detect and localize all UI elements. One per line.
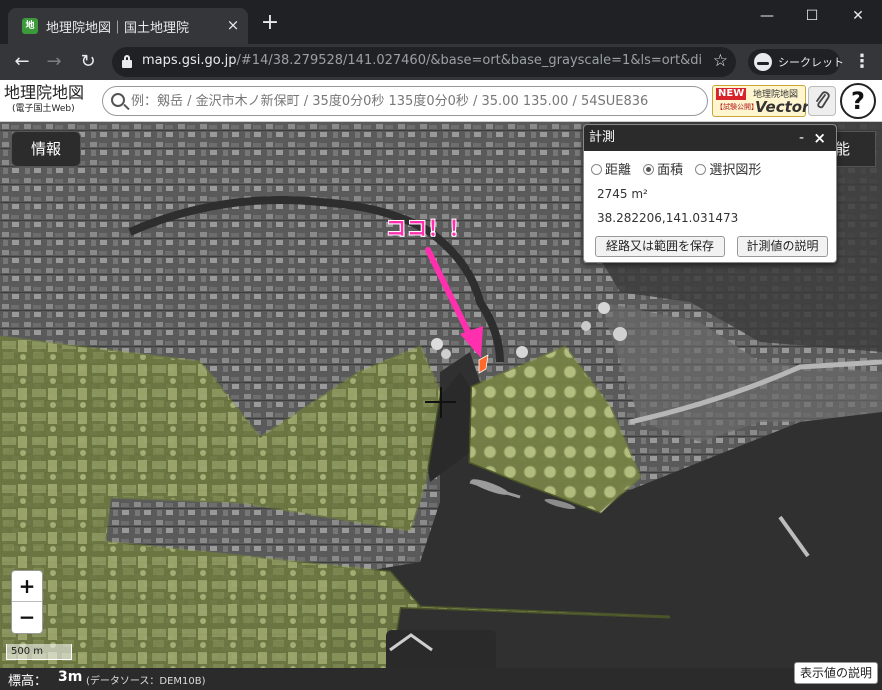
- elevation-source: (データソース：DEM10B): [86, 676, 206, 687]
- incognito-label: シークレット: [778, 56, 844, 69]
- paperclip-icon[interactable]: [808, 86, 836, 116]
- radio-selected-shape[interactable]: [695, 164, 707, 175]
- browser-titlebar: 地 地理院地図｜国土地理院 × + — ☐ ✕: [0, 0, 882, 44]
- trial-label: 【試験公開】: [716, 103, 758, 111]
- measure-close-button[interactable]: ×: [813, 125, 826, 151]
- expand-panel-button[interactable]: [386, 630, 496, 668]
- vector-map-button[interactable]: NEW 【試験公開】 地理院地図 Vector: [712, 85, 810, 117]
- place-search-box: [102, 86, 708, 116]
- forward-button[interactable]: →: [40, 48, 68, 76]
- logo-title: 地理院地図: [4, 83, 85, 102]
- search-icon[interactable]: [111, 93, 125, 107]
- measure-mode-options: 距離 面積 選択図形: [591, 159, 769, 178]
- window-close-button[interactable]: ✕: [843, 4, 873, 28]
- address-bar[interactable]: maps.gsi.go.jp/#14/38.279528/141.027460/…: [112, 47, 736, 77]
- map-view[interactable]: 情報 能 ココ！！ 計測 - × 距離 面積 選択図形 2745 m² 38.2…: [0, 122, 882, 668]
- radio-distance-label[interactable]: 距離: [605, 163, 631, 178]
- status-bar: 標高： 3m (データソース：DEM10B) 表示値の説明: [0, 662, 882, 690]
- url-path: /#14/38.279528/141.027460/&base=ort&base…: [236, 53, 702, 68]
- save-route-button[interactable]: 経路又は範囲を保存: [595, 236, 725, 257]
- measured-coordinate: 38.282206,141.031473: [597, 211, 739, 225]
- logo-subtitle: (電子国土Web): [12, 104, 75, 114]
- gsi-header: 地理院地図 (電子国土Web) NEW 【試験公開】 地理院地図 Vector …: [0, 80, 882, 122]
- zoom-out-button[interactable]: −: [12, 602, 42, 633]
- url-text[interactable]: maps.gsi.go.jp/#14/38.279528/141.027460/…: [142, 53, 702, 68]
- chevron-up-icon: [389, 633, 433, 652]
- elevation-value: 3m: [58, 669, 83, 685]
- measure-minimize-button[interactable]: -: [799, 125, 804, 151]
- info-button[interactable]: 情報: [11, 131, 81, 167]
- elevation-label: 標高：: [8, 674, 48, 689]
- measure-panel: 計測 - × 距離 面積 選択図形 2745 m² 38.282206,141.…: [583, 124, 837, 263]
- browser-menu-icon[interactable]: ⋮: [852, 50, 872, 74]
- zoom-control: + −: [11, 570, 43, 634]
- window-maximize-button[interactable]: ☐: [797, 4, 827, 28]
- measure-explain-button[interactable]: 計測値の説明: [737, 236, 828, 257]
- reload-button[interactable]: ↻: [74, 48, 102, 76]
- display-value-explain-button[interactable]: 表示値の説明: [794, 662, 878, 684]
- tab-close-icon[interactable]: ×: [224, 16, 242, 34]
- new-badge: NEW: [716, 88, 747, 100]
- gsi-favicon-icon: 地: [22, 18, 38, 34]
- vector-word: Vector: [755, 98, 810, 116]
- tab-title: 地理院地図｜国土地理院: [46, 21, 190, 36]
- browser-toolbar: ← → ↻ maps.gsi.go.jp/#14/38.279528/141.0…: [0, 44, 882, 80]
- gsi-logo[interactable]: 地理院地図 (電子国土Web): [4, 83, 98, 115]
- search-input[interactable]: [131, 90, 703, 112]
- bookmark-star-icon[interactable]: ☆: [713, 51, 728, 71]
- radio-area-label[interactable]: 面積: [657, 163, 683, 178]
- radio-area[interactable]: [643, 164, 655, 175]
- radio-distance[interactable]: [591, 164, 602, 175]
- measure-panel-title: 計測: [589, 130, 616, 145]
- window-minimize-button[interactable]: —: [752, 4, 782, 28]
- incognito-indicator[interactable]: シークレット: [748, 49, 844, 75]
- zoom-in-button[interactable]: +: [12, 571, 42, 602]
- measured-area-value: 2745 m²: [597, 187, 648, 201]
- lock-icon[interactable]: [122, 55, 132, 68]
- help-button[interactable]: ?: [840, 83, 876, 119]
- url-host: maps.gsi.go.jp: [142, 53, 237, 68]
- measure-panel-header[interactable]: 計測 - ×: [584, 125, 836, 151]
- browser-tab[interactable]: 地 地理院地図｜国土地理院 ×: [8, 8, 248, 44]
- new-tab-button[interactable]: +: [258, 12, 282, 36]
- annotation-text: ココ！！: [386, 216, 470, 240]
- back-button[interactable]: ←: [8, 48, 36, 76]
- incognito-icon: [754, 53, 772, 71]
- radio-selected-shape-label[interactable]: 選択図形: [709, 163, 761, 178]
- scale-bar: 500 m: [6, 644, 72, 660]
